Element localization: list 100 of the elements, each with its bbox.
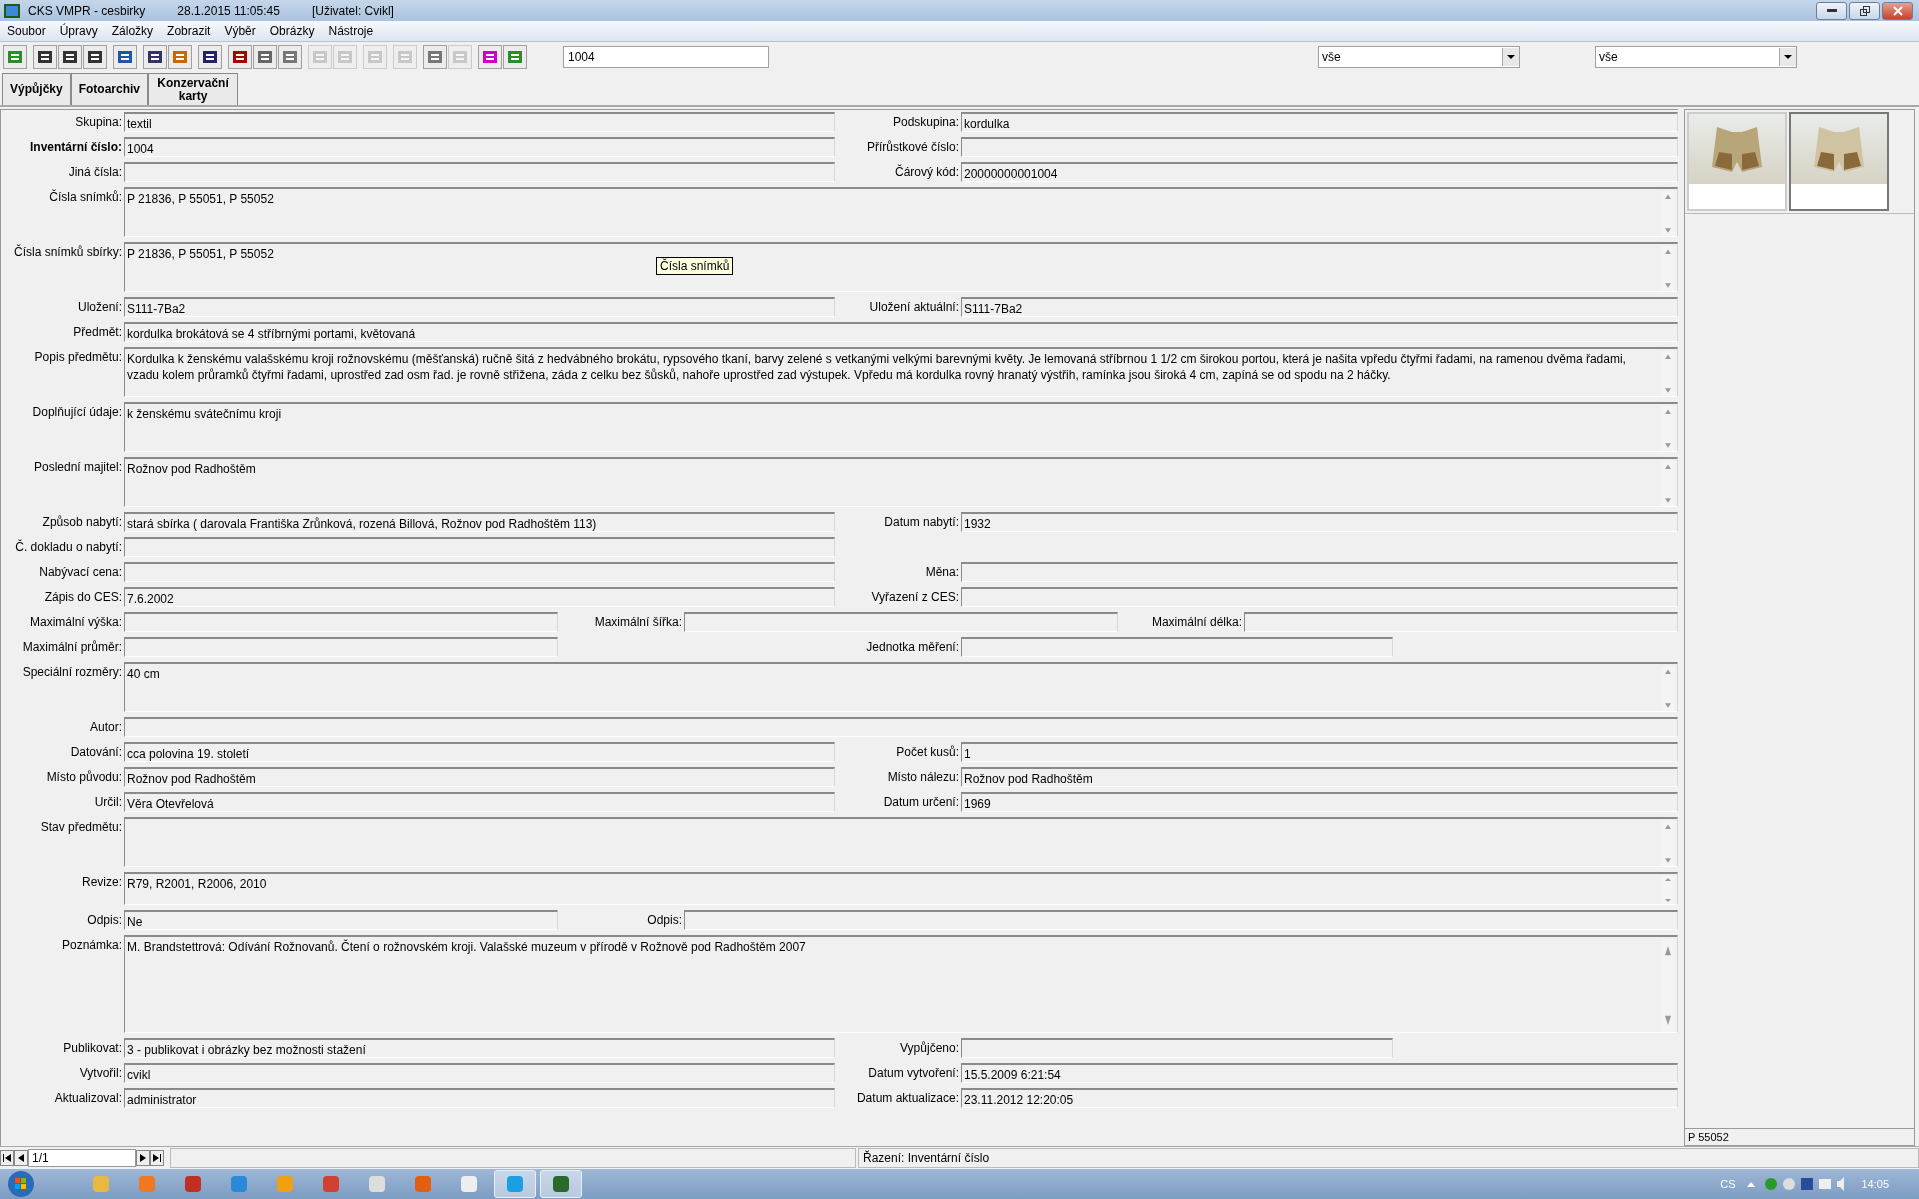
field-label: Vytvořil: [78,1065,123,1080]
field-label: Místo původu: [45,769,123,784]
input-field[interactable] [1244,612,1678,632]
input-field[interactable]: 1 [961,742,1678,762]
text-area[interactable]: R79, R2001, R2006, 2010 [124,872,1678,905]
record-counter[interactable]: 1/1 [28,1149,136,1167]
image-button[interactable] [503,45,527,69]
taskbar-app[interactable] [540,1170,582,1198]
printer-button[interactable] [198,45,222,69]
next-record-button[interactable] [136,1150,150,1166]
thumbnail[interactable] [1789,112,1889,211]
previous-record-button[interactable] [14,1150,28,1166]
last-record-button[interactable] [150,1150,164,1166]
input-field[interactable]: 7.6.2002 [124,587,835,607]
input-field[interactable]: 3 - publikovat i obrázky bez možnosti stažení [124,1038,835,1058]
input-field[interactable] [961,562,1678,582]
input-field[interactable]: 20000000001004 [961,162,1678,182]
input-field[interactable]: Rožnov pod Radhoštěm [961,767,1678,787]
text-area[interactable]: Rožnov pod Radhoštěm [124,457,1678,507]
text-area[interactable]: Kordulka k ženskému valašskému kroji rožnovskému (měšťanská) ručně šitá z hedvábného brokátu, rypsového tkaní, barvy zelené s vetkanými velkými barevnými květy. Je lemovaná stříbrnou 1 1/2 cm širokou portou, která je našita vpředu čtyřmi řadami, na ramenou dvěma řadami, vzadu kolem průramků čtyřmi řadami, uprostřed zad osm řad. je rovně střižena, záda z celku bez šůsků, nahoře uprostřed zad výstupek. Vpředu má kordulka rovný hranatý výstřih, ramínka jsou široká 4 cm, zapíná se od spodu na 2 háčky. [124,347,1678,397]
input-field[interactable]: S111-7Ba2 [961,297,1678,317]
restore-button[interactable] [1849,1,1880,20]
input-field[interactable]: 1969 [961,792,1678,812]
input-field[interactable]: kordulka brokátová se 4 stříbrnými portami, květovaná [124,322,1678,342]
menu-item[interactable]: Obrázky [262,24,322,38]
new-record-button[interactable] [228,45,252,69]
tab[interactable]: Výpůjčky [2,73,71,105]
input-field[interactable] [124,637,558,657]
input-field[interactable] [124,717,1678,737]
thumbnail[interactable] [1687,112,1787,211]
input-field[interactable]: Rožnov pod Radhoštěm [124,767,835,787]
input-field[interactable]: S111-7Ba2 [124,297,835,317]
close-button[interactable] [1882,1,1913,20]
picture-button[interactable] [113,45,137,69]
text-area[interactable]: k ženskému svátečnímu kroji [124,402,1678,452]
menu-item[interactable]: Zobrazit [160,24,218,38]
tab[interactable]: Fotoarchiv [70,73,149,105]
monitor-button[interactable] [478,45,502,69]
form-button[interactable] [33,45,57,69]
input-field[interactable] [124,537,835,557]
field-label: Stav předmětu: [39,819,123,834]
field-label: Čísla snímků: [48,188,123,204]
minimize-button[interactable] [1816,1,1847,20]
menu-item[interactable]: Soubor [0,24,53,38]
input-field[interactable]: Věra Otevřelová [124,792,835,812]
text-area[interactable]: 40 cm [124,662,1678,712]
tree-button[interactable] [3,45,27,69]
input-field[interactable] [961,137,1678,157]
filter-dropdown[interactable]: vše [1318,46,1520,68]
menu-item[interactable]: Úpravy [52,24,105,38]
field-label: Speciální rozměry: [21,664,123,679]
input-field[interactable] [961,637,1393,657]
text-area[interactable] [124,817,1678,867]
search-button[interactable] [168,45,192,69]
binoculars-button[interactable] [143,45,167,69]
table-button[interactable] [58,45,82,69]
input-field[interactable] [684,612,1118,632]
edit-button[interactable] [278,45,302,69]
close-icon [1892,5,1903,16]
input-field[interactable]: textil [124,112,835,132]
search-field[interactable]: 1004 [563,46,769,68]
field-label: Datování: [69,744,123,759]
input-field[interactable]: cvikl [124,1063,835,1083]
field-label: Autor: [89,719,123,734]
input-field[interactable]: Ne [124,910,558,930]
field-label: Jiná čísla: [67,164,123,179]
first-icon [3,1154,11,1162]
card-button[interactable] [83,45,107,69]
start-button[interactable] [6,1169,36,1199]
field-label: Č. dokladu o nabytí: [14,538,123,554]
menu-item[interactable]: Výběr [217,24,263,38]
input-field[interactable]: stará sbírka ( darovala Františka Zrůnková, rozená Billová, Rožnov pod Radhoštěm 113) [124,512,835,532]
input-field[interactable]: 1004 [124,137,835,157]
input-field[interactable]: 23.11.2012 12:20:05 [961,1088,1678,1108]
input-field[interactable] [961,587,1678,607]
input-field[interactable]: 15.5.2009 6:21:54 [961,1063,1678,1083]
input-field[interactable] [124,162,835,182]
text-area[interactable]: M. Brandstettrová: Odívání Rožnovanů. Čtení o rožnovském kroji. Valašské muzeum v přírodě v Rožnově pod Radhoštěm 2007 [124,935,1678,1033]
tab[interactable]: Konzervační karty [148,73,239,105]
menu-item[interactable]: Nástroje [321,24,381,38]
menu-item[interactable]: Záložky [104,24,161,38]
first-record-button[interactable] [0,1150,14,1166]
input-field[interactable] [124,562,835,582]
input-field[interactable]: kordulka [961,112,1678,132]
new-copy-button[interactable] [253,45,277,69]
input-field[interactable] [124,612,558,632]
input-field[interactable]: cca polovina 19. století [124,742,835,762]
caret-icon [1502,48,1519,66]
caret-icon [1779,48,1796,66]
link-button[interactable] [423,45,447,69]
input-field[interactable]: administrator [124,1088,835,1108]
input-field[interactable] [684,910,1678,930]
previous-icon [18,1154,24,1162]
field-label: Publikovat: [62,1040,123,1055]
field-label: Počet kusů: [895,744,960,759]
input-field[interactable]: 1932 [961,512,1678,532]
input-field[interactable] [961,1038,1393,1058]
filter-dropdown[interactable]: vše [1595,46,1797,68]
taskbar-app[interactable] [494,1170,536,1198]
text-area[interactable]: P 21836, P 55051, P 55052 [124,187,1678,237]
